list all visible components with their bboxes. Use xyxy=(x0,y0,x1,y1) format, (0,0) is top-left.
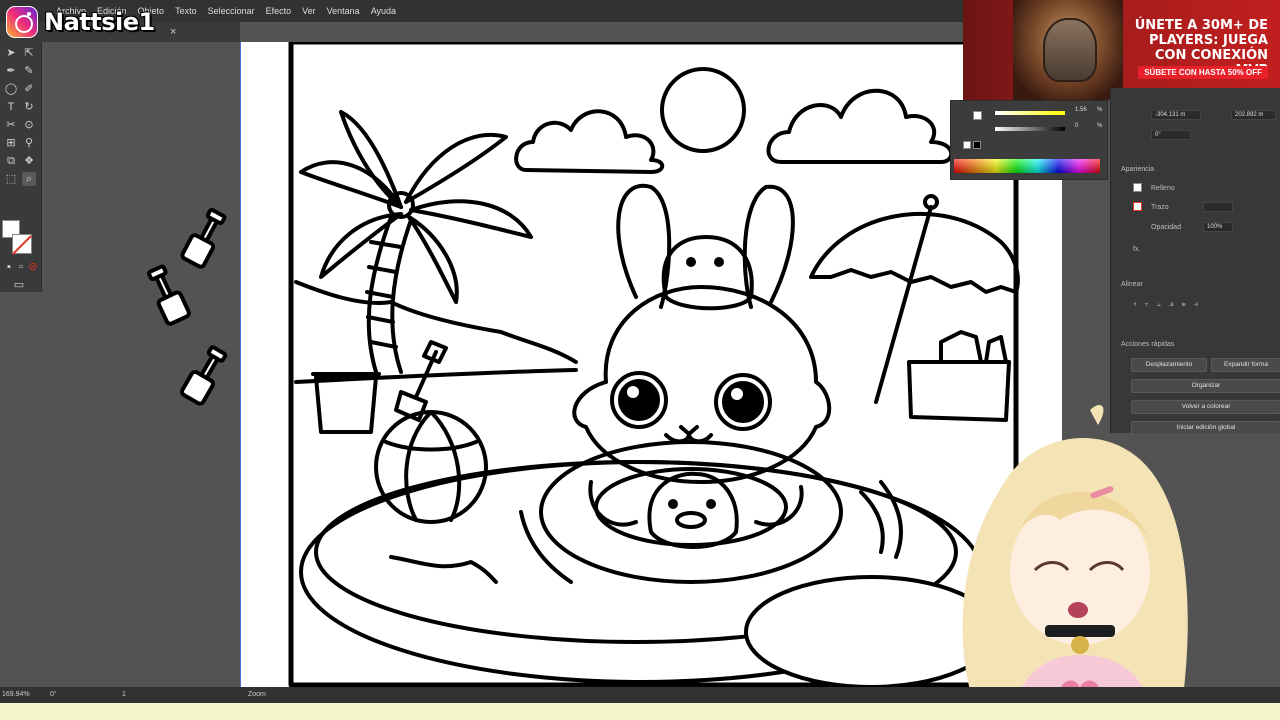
screen-mode-icon[interactable]: ▭ xyxy=(12,278,26,292)
scissors-tool-icon[interactable]: ✂ xyxy=(4,118,18,132)
yellow-unit: % xyxy=(1097,107,1103,113)
none-mode-icon[interactable]: ⊘ xyxy=(26,260,40,274)
umbrella-canopy xyxy=(809,211,1020,294)
blend-tool-icon[interactable]: ⧉ xyxy=(4,154,18,168)
tab-close-icon[interactable]: × xyxy=(170,26,176,38)
menu-ayuda[interactable]: Ayuda xyxy=(371,6,396,16)
cloud-shape xyxy=(766,88,954,164)
shape-builder-tool-icon[interactable]: ⊞ xyxy=(4,136,18,150)
vtuber-avatar xyxy=(962,405,1188,720)
fill-label: Relleno xyxy=(1151,185,1175,192)
menu-texto[interactable]: Texto xyxy=(175,6,197,16)
black-swatch[interactable] xyxy=(973,141,981,149)
umbrella-pole xyxy=(874,205,933,404)
black-slider[interactable] xyxy=(995,127,1065,131)
duckling-shape xyxy=(647,471,739,549)
instagram-icon xyxy=(6,6,38,38)
ad-banner[interactable]: ÚNETE A 30M+ DE PLAYERS: JUEGA CON CONEX… xyxy=(963,0,1280,100)
artboard[interactable] xyxy=(240,42,1062,687)
stroke-color-swatch[interactable] xyxy=(1133,202,1142,211)
palm-leaf xyxy=(404,132,508,204)
bucket-shape xyxy=(314,375,378,434)
menu-seleccionar[interactable]: Seleccionar xyxy=(208,6,255,16)
bunny-ear xyxy=(616,183,672,309)
color-spectrum[interactable] xyxy=(954,159,1100,173)
fill-color-swatch[interactable] xyxy=(1133,183,1142,192)
eyedropper-tool-icon[interactable]: ⚲ xyxy=(22,136,36,150)
appearance-title: Apariencia xyxy=(1121,166,1155,173)
y-coordinate-field[interactable]: -304.131 m xyxy=(1151,110,1201,120)
knight-helmet-image xyxy=(1013,0,1123,100)
effects-label[interactable]: fx. xyxy=(1133,246,1140,253)
zoom-tool-icon[interactable]: ⌕ xyxy=(22,172,36,186)
opacity-label[interactable]: Opacidad xyxy=(1151,224,1181,231)
direct-selection-tool-icon[interactable]: ⇱ xyxy=(22,46,36,60)
yellow-value[interactable]: 1.56 xyxy=(1075,107,1087,113)
opacity-field[interactable]: 100% xyxy=(1203,222,1233,232)
yellow-slider[interactable] xyxy=(995,111,1065,115)
shovel-objects[interactable] xyxy=(140,205,240,415)
pen-tool-icon[interactable]: ✒ xyxy=(4,64,18,78)
curvature-tool-icon[interactable]: ✎ xyxy=(22,64,36,78)
offset-path-button[interactable]: Desplazamiento xyxy=(1131,358,1207,372)
menu-ventana[interactable]: Ventana xyxy=(327,6,360,16)
brush-tool-icon[interactable]: ✐ xyxy=(22,82,36,96)
warp-tool-icon[interactable]: ⊙ xyxy=(22,118,36,132)
app-window: Archivo Edición Objeto Texto Seleccionar… xyxy=(0,0,1280,720)
zoom-level[interactable]: 169.94% xyxy=(2,691,30,698)
artboard-number[interactable]: 1 xyxy=(122,691,126,698)
align-title: Alinear xyxy=(1121,281,1143,288)
quick-actions-title: Acciones rápidas xyxy=(1121,341,1175,348)
current-tool-name: Zoom xyxy=(248,691,266,698)
properties-panel: -304.131 m 202.892 m 0° Apariencia Relle… xyxy=(1110,88,1280,435)
expand-shape-button[interactable]: Expandir forma xyxy=(1211,358,1280,372)
ad-cta-button[interactable]: SÚBETE CON HASTA 50% OFF xyxy=(1138,66,1268,79)
selection-tool-icon[interactable]: ➤ xyxy=(4,46,18,60)
arrange-button[interactable]: Organizar xyxy=(1131,379,1280,393)
black-value[interactable]: 0 xyxy=(1075,123,1078,129)
stroke-weight-field[interactable] xyxy=(1203,202,1233,212)
black-unit: % xyxy=(1097,123,1103,129)
chick-on-head xyxy=(661,235,754,311)
beach-ball xyxy=(374,410,488,524)
palm-leaf xyxy=(407,215,459,304)
angle-field[interactable]: 0° xyxy=(1151,130,1191,140)
color-fill-indicator[interactable] xyxy=(973,111,982,120)
menu-ver[interactable]: Ver xyxy=(302,6,316,16)
stream-footer-bar xyxy=(0,703,1280,720)
h-dimension-field[interactable]: 202.892 m xyxy=(1231,110,1276,120)
cloud-shape xyxy=(514,109,665,174)
sun-shape xyxy=(660,67,746,153)
status-bar: 169.94% 0° 1 Zoom xyxy=(0,687,1280,703)
rotate-tool-icon[interactable]: ↻ xyxy=(22,100,36,114)
artboard-tool-icon[interactable]: ⬚ xyxy=(4,172,18,186)
stroke-label[interactable]: Trazo xyxy=(1151,204,1169,211)
ellipse-tool-icon[interactable]: ◯ xyxy=(4,82,18,96)
tools-panel: ➤ ⇱ ✒ ✎ ◯ ✐ T ↻ ✂ ⊙ ⊞ ⚲ ⧉ ❖ ⬚ ⌕ ▪ ▫ ⊘ ▭ xyxy=(0,42,42,292)
rotation-value[interactable]: 0° xyxy=(50,691,57,698)
stroke-swatch[interactable] xyxy=(12,234,32,254)
none-swatch[interactable] xyxy=(963,141,971,149)
shovel-in-sand xyxy=(394,340,448,422)
type-tool-icon[interactable]: T xyxy=(4,100,18,114)
channel-name: Nattsie1 xyxy=(44,8,155,36)
menu-efecto[interactable]: Efecto xyxy=(266,6,292,16)
symbol-sprayer-tool-icon[interactable]: ❖ xyxy=(22,154,36,168)
align-buttons[interactable]: ⫞⫟⫠⫡⫢⫣ xyxy=(1133,301,1206,309)
stream-branding: Nattsie1 xyxy=(6,6,155,38)
shovel-icon xyxy=(147,207,228,406)
color-panel: 1.56 % 0 % xyxy=(950,100,1108,180)
